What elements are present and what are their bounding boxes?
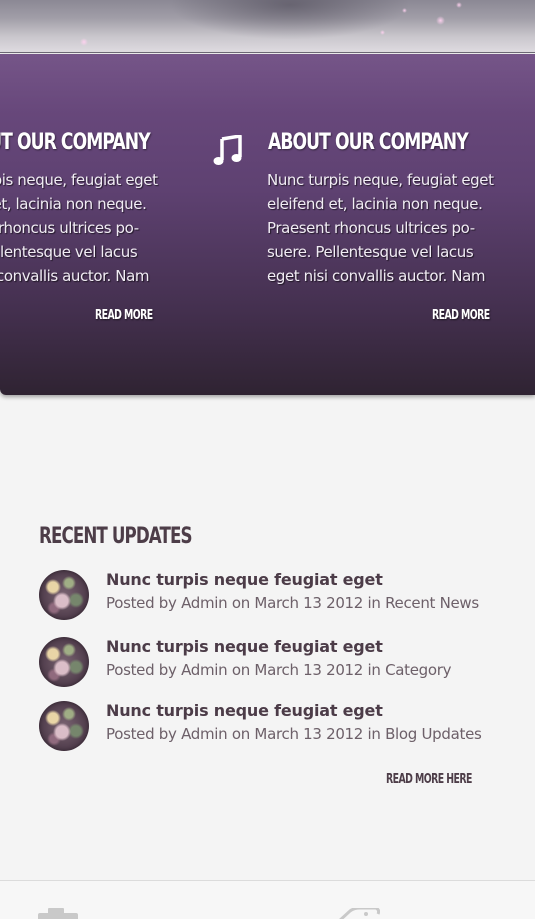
post-thumbnail[interactable]: [39, 637, 89, 687]
on-label: on: [231, 594, 250, 612]
update-item: Nunc turpis neque feugiat eget Posted by…: [39, 637, 499, 687]
hero-image-shadow: [170, 0, 410, 40]
sparkle: [436, 16, 445, 25]
hero-image-strip: [0, 0, 535, 53]
feature-band: ABOUT OUR COMPANY Nunc turpis neque, feu…: [0, 54, 535, 395]
update-item: Nunc turpis neque feugiat eget Posted by…: [39, 570, 499, 620]
posted-by-label: Posted by: [106, 661, 177, 679]
post-title-link[interactable]: Nunc turpis neque feugiat eget: [106, 701, 383, 720]
author-link[interactable]: Admin: [181, 661, 228, 679]
sparkle: [80, 38, 88, 46]
camera-icon: [38, 908, 78, 919]
post-title-link[interactable]: Nunc turpis neque feugiat eget: [106, 637, 383, 656]
post-thumbnail[interactable]: [39, 570, 89, 620]
category-link[interactable]: Recent News: [385, 594, 479, 612]
tag-icon: [339, 908, 380, 919]
in-label: in: [367, 725, 381, 743]
read-more-here-link[interactable]: READ MORE HERE: [386, 772, 472, 787]
in-label: in: [367, 661, 381, 679]
page: ABOUT OUR COMPANY Nunc turpis neque, feu…: [0, 0, 535, 919]
post-date: March 13 2012: [254, 725, 364, 743]
on-label: on: [231, 661, 250, 679]
in-label: in: [367, 594, 381, 612]
on-label: on: [231, 725, 250, 743]
post-meta: Posted by Admin on March 13 2012 in Blog…: [106, 725, 482, 743]
feature-title: ABOUT OUR COMPANY: [268, 130, 469, 155]
category-link[interactable]: Blog Updates: [385, 725, 482, 743]
post-date: March 13 2012: [254, 661, 364, 679]
post-date: March 13 2012: [254, 594, 364, 612]
author-link[interactable]: Admin: [181, 594, 228, 612]
sparkle: [402, 8, 407, 13]
post-meta: Posted by Admin on March 13 2012 in Rece…: [106, 594, 479, 612]
author-link[interactable]: Admin: [181, 725, 228, 743]
recent-updates-heading: RECENT UPDATES: [39, 524, 193, 549]
feature-column-right: ABOUT OUR COMPANY Nunc turpis neque, feu…: [0, 54, 535, 395]
read-more-link[interactable]: READ MORE: [432, 308, 490, 323]
update-item: Nunc turpis neque feugiat eget Posted by…: [39, 701, 499, 751]
post-meta: Posted by Admin on March 13 2012 in Cate…: [106, 661, 451, 679]
category-link[interactable]: Category: [385, 661, 451, 679]
posted-by-label: Posted by: [106, 594, 177, 612]
sparkle: [380, 30, 385, 35]
posted-by-label: Posted by: [106, 725, 177, 743]
footer-strip: [0, 880, 535, 919]
post-title-link[interactable]: Nunc turpis neque feugiat eget: [106, 570, 383, 589]
post-thumbnail[interactable]: [39, 701, 89, 751]
feature-text: Nunc turpis neque, feugiat eget eleifend…: [267, 171, 494, 285]
sparkle: [456, 2, 462, 8]
